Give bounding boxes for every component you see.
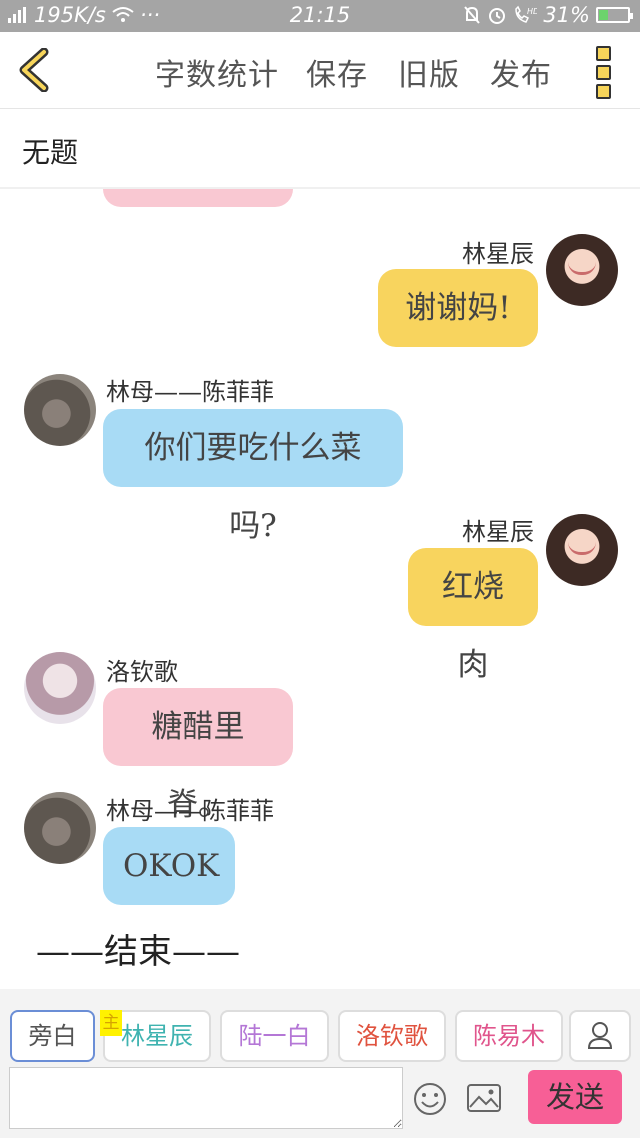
message-bubble[interactable]: 你们要吃什么菜吗? [103,409,403,544]
svg-text:HD: HD [527,7,537,16]
document-title[interactable]: 无题 [22,131,78,171]
more-dot-icon [595,84,611,99]
avatar-linmu[interactable] [24,792,96,864]
toolbar: 字数统计 保存 旧版 发布 [0,32,640,109]
message-bubble[interactable]: 谢谢妈! [378,269,538,347]
word-count-button[interactable]: 字数统计 [155,50,279,94]
speaker-name: 林母——陈菲菲 [106,378,274,406]
battery-fill [599,10,608,20]
hd-call-icon: HD [515,5,537,23]
avatar-linxingchen[interactable] [546,514,618,586]
role-button-chenyimu[interactable]: 陈易木 [455,1010,563,1062]
image-icon[interactable] [466,1083,502,1113]
role-button-luoqinge[interactable]: 洛钦歌 [338,1010,446,1062]
message-bubble[interactable]: 糖醋里脊。 [103,688,293,823]
message-input[interactable] [9,1067,403,1129]
more-dot-icon [595,65,611,80]
battery-percent: 31% [543,3,590,27]
speaker-name: 洛钦歌 [106,658,178,686]
publish-button[interactable]: 发布 [490,50,552,94]
chat-area[interactable]: 林星辰 谢谢妈! 林母——陈菲菲 你们要吃什么菜吗? 林星辰 红烧肉 洛钦歌 糖… [0,189,640,989]
emoji-icon[interactable] [412,1081,448,1117]
role-button-narrator[interactable]: 旁白 [10,1010,95,1062]
add-role-button[interactable] [569,1010,631,1062]
message-bubble[interactable]: 红烧肉 [408,548,538,683]
old-version-button[interactable]: 旧版 [398,50,460,94]
avatar-luoqinge[interactable] [24,652,96,724]
speaker-name: 林星辰 [462,518,534,546]
message-bubble[interactable]: OKOK [103,827,235,905]
person-icon [587,1022,613,1049]
battery-icon [596,7,633,23]
save-button[interactable]: 保存 [306,50,368,94]
speaker-name: 林母——陈菲菲 [106,797,274,825]
back-button[interactable] [14,48,54,92]
alarm-icon [489,8,506,24]
bell-off-icon [464,6,481,24]
role-button-luyibai[interactable]: 陆一白 [220,1010,329,1062]
more-dot-icon [595,46,611,61]
message-bubble-partial[interactable] [103,189,293,207]
title-bar[interactable]: 无题 [0,109,640,189]
end-text[interactable]: ——结束—— [36,924,240,973]
status-right: HD 31% [463,3,633,27]
avatar-linxingchen[interactable] [546,234,618,306]
speaker-name: 林星辰 [462,240,534,268]
composer-panel: 旁白 林星辰 主 陆一白 洛钦歌 陈易木 发送 [0,989,640,1138]
send-button[interactable]: 发送 [528,1070,622,1124]
status-bar: 195K/s ··· 21:15 HD 31% [0,0,640,32]
main-character-tag: 主 [100,1010,122,1036]
avatar-linmu[interactable] [24,374,96,446]
more-menu-button[interactable] [592,46,614,99]
